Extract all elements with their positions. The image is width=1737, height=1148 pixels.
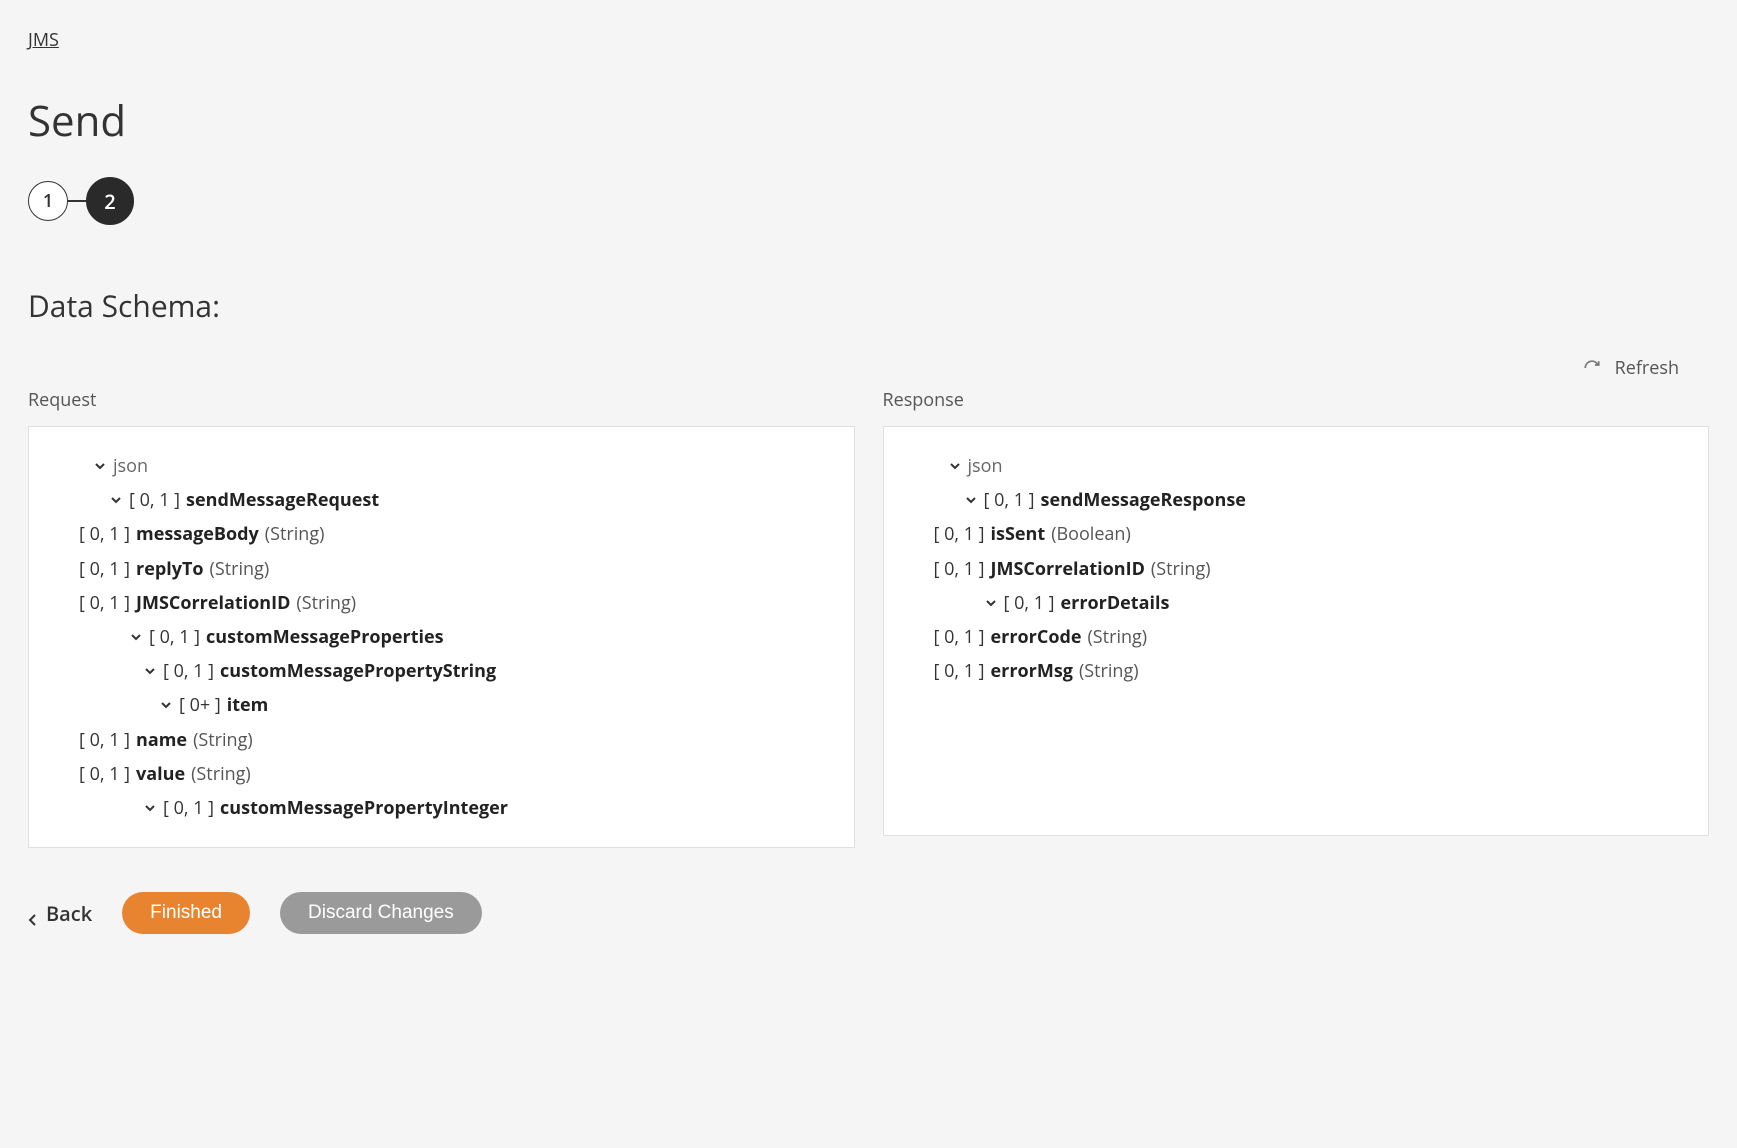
refresh-icon bbox=[1583, 359, 1601, 377]
field-name: JMSCorrelationID bbox=[991, 552, 1145, 586]
chevron-down-icon[interactable] bbox=[948, 459, 962, 473]
chevron-down-icon[interactable] bbox=[143, 664, 157, 678]
chevron-down-icon[interactable] bbox=[964, 493, 978, 507]
page-title: Send bbox=[28, 92, 1709, 149]
back-button[interactable]: Back bbox=[28, 900, 92, 927]
tree-node[interactable]: [ 0+ ] item bbox=[59, 688, 824, 722]
request-label: Request bbox=[28, 388, 855, 412]
cardinality: [ 0, 1 ] bbox=[984, 483, 1035, 517]
tree-node: [ 0, 1 ] name (String) bbox=[59, 723, 824, 757]
field-name: customMessagePropertyInteger bbox=[220, 791, 508, 825]
response-panel: Response json[ 0, 1 ] sendMessageRespons… bbox=[883, 388, 1710, 848]
cardinality: [ 0, 1 ] bbox=[1004, 586, 1055, 620]
field-name: messageBody bbox=[136, 517, 259, 551]
chevron-down-icon[interactable] bbox=[984, 596, 998, 610]
field-name: customMessageProperties bbox=[206, 620, 444, 654]
chevron-down-icon[interactable] bbox=[159, 698, 173, 712]
refresh-button[interactable]: Refresh bbox=[1583, 356, 1679, 380]
field-name: item bbox=[227, 688, 269, 722]
cardinality: [ 0, 1 ] bbox=[79, 552, 130, 586]
tree-root[interactable]: json bbox=[914, 449, 1679, 483]
field-type: (String) bbox=[193, 723, 253, 757]
field-name: isSent bbox=[991, 517, 1046, 551]
cardinality: [ 0+ ] bbox=[179, 688, 221, 722]
cardinality: [ 0, 1 ] bbox=[934, 552, 985, 586]
finished-button[interactable]: Finished bbox=[122, 892, 250, 934]
cardinality: [ 0, 1 ] bbox=[934, 620, 985, 654]
cardinality: [ 0, 1 ] bbox=[79, 586, 130, 620]
field-name: errorDetails bbox=[1061, 586, 1170, 620]
tree-root-label: json bbox=[113, 449, 148, 483]
cardinality: [ 0, 1 ] bbox=[149, 620, 200, 654]
request-panel: Request json[ 0, 1 ] sendMessageRequest[… bbox=[28, 388, 855, 848]
chevron-down-icon[interactable] bbox=[143, 801, 157, 815]
cardinality: [ 0, 1 ] bbox=[163, 791, 214, 825]
field-type: (String) bbox=[1088, 620, 1148, 654]
breadcrumb-jms[interactable]: JMS bbox=[28, 28, 59, 52]
cardinality: [ 0, 1 ] bbox=[163, 654, 214, 688]
stepper: 1 2 bbox=[28, 177, 1709, 225]
tree-root[interactable]: json bbox=[59, 449, 824, 483]
tree-node: [ 0, 1 ] replyTo (String) bbox=[59, 552, 824, 586]
tree-node: [ 0, 1 ] JMSCorrelationID (String) bbox=[59, 586, 824, 620]
chevron-down-icon[interactable] bbox=[109, 493, 123, 507]
field-type: (String) bbox=[191, 757, 251, 791]
chevron-left-icon bbox=[28, 906, 38, 920]
back-label: Back bbox=[46, 900, 92, 927]
tree-node: [ 0, 1 ] isSent (Boolean) bbox=[914, 517, 1679, 551]
field-name: value bbox=[136, 757, 185, 791]
tree-root-label: json bbox=[968, 449, 1003, 483]
step-1[interactable]: 1 bbox=[28, 181, 68, 221]
tree-node: [ 0, 1 ] value (String) bbox=[59, 757, 824, 791]
field-type: (String) bbox=[210, 552, 270, 586]
step-connector bbox=[68, 200, 86, 202]
field-type: (String) bbox=[1079, 654, 1139, 688]
tree-node[interactable]: [ 0, 1 ] customMessageProperties bbox=[59, 620, 824, 654]
chevron-down-icon[interactable] bbox=[93, 459, 107, 473]
tree-node: [ 0, 1 ] messageBody (String) bbox=[59, 517, 824, 551]
discard-button[interactable]: Discard Changes bbox=[280, 892, 482, 934]
response-tree: json[ 0, 1 ] sendMessageResponse[ 0, 1 ]… bbox=[883, 426, 1710, 836]
cardinality: [ 0, 1 ] bbox=[934, 654, 985, 688]
field-type: (String) bbox=[265, 517, 325, 551]
request-tree: json[ 0, 1 ] sendMessageRequest[ 0, 1 ] … bbox=[28, 426, 855, 848]
field-name: sendMessageResponse bbox=[1041, 483, 1246, 517]
cardinality: [ 0, 1 ] bbox=[79, 517, 130, 551]
field-name: errorCode bbox=[991, 620, 1082, 654]
step-2[interactable]: 2 bbox=[86, 177, 134, 225]
response-label: Response bbox=[883, 388, 1710, 412]
cardinality: [ 0, 1 ] bbox=[79, 757, 130, 791]
tree-node: [ 0, 1 ] JMSCorrelationID (String) bbox=[914, 552, 1679, 586]
field-name: sendMessageRequest bbox=[186, 483, 379, 517]
cardinality: [ 0, 1 ] bbox=[79, 723, 130, 757]
field-name: errorMsg bbox=[991, 654, 1073, 688]
field-type: (String) bbox=[296, 586, 356, 620]
tree-node[interactable]: [ 0, 1 ] errorDetails bbox=[914, 586, 1679, 620]
field-name: name bbox=[136, 723, 187, 757]
section-title-data-schema: Data Schema: bbox=[28, 285, 1709, 326]
tree-node[interactable]: [ 0, 1 ] sendMessageResponse bbox=[914, 483, 1679, 517]
tree-node: [ 0, 1 ] errorCode (String) bbox=[914, 620, 1679, 654]
chevron-down-icon[interactable] bbox=[129, 630, 143, 644]
tree-node[interactable]: [ 0, 1 ] sendMessageRequest bbox=[59, 483, 824, 517]
field-name: replyTo bbox=[136, 552, 204, 586]
cardinality: [ 0, 1 ] bbox=[934, 517, 985, 551]
cardinality: [ 0, 1 ] bbox=[129, 483, 180, 517]
field-type: (Boolean) bbox=[1051, 517, 1131, 551]
field-name: JMSCorrelationID bbox=[136, 586, 290, 620]
field-name: customMessagePropertyString bbox=[220, 654, 496, 688]
tree-node[interactable]: [ 0, 1 ] customMessagePropertyInteger bbox=[59, 791, 824, 825]
tree-node[interactable]: [ 0, 1 ] customMessagePropertyString bbox=[59, 654, 824, 688]
field-type: (String) bbox=[1151, 552, 1211, 586]
refresh-label: Refresh bbox=[1615, 356, 1679, 380]
tree-node: [ 0, 1 ] errorMsg (String) bbox=[914, 654, 1679, 688]
